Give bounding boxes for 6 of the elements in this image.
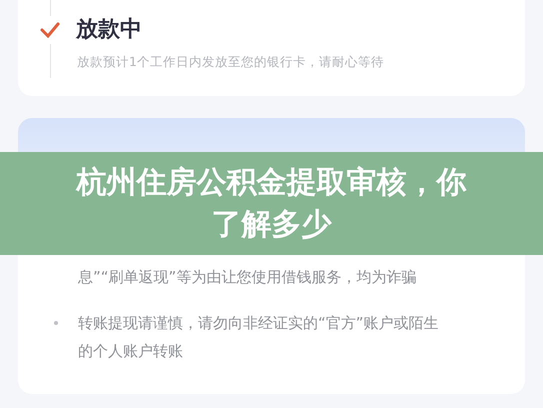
status-description: 放款预计1个工作日内发放至您的银行卡，请耐心等待: [77, 54, 385, 71]
bullet-icon: [54, 321, 58, 325]
status-title: 放款中: [76, 16, 142, 44]
tip-text: 息”“刷单返现”等为由让您使用借钱服务，均为诈骗: [78, 267, 418, 288]
tip-text: 转账提现请谨慎，请勿向非经证实的“官方”账户或陌生的个人账户转账: [78, 313, 440, 362]
banner-title: 杭州住房公积金提取审核，你了解多少: [74, 164, 468, 244]
